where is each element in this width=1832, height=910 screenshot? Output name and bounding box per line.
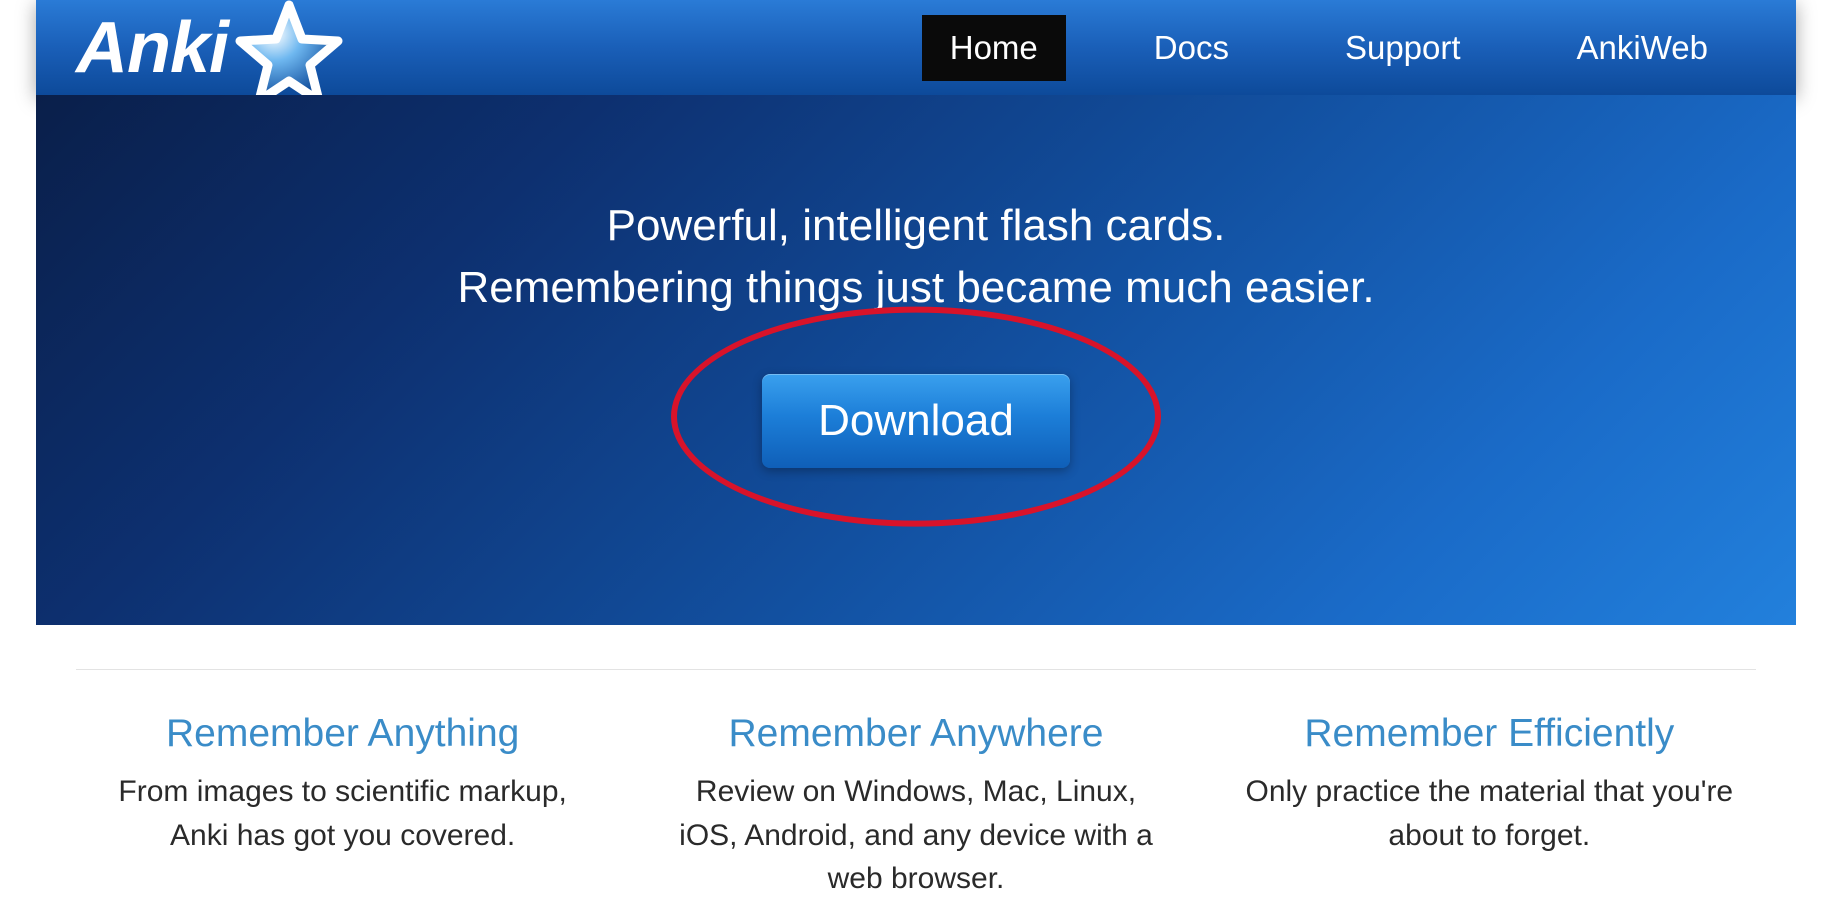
feature-remember-efficiently: Remember Efficiently Only practice the m… (1223, 712, 1756, 901)
feature-title: Remember Anything (94, 712, 591, 756)
hero-tagline-line2: Remembering things just became much easi… (457, 257, 1374, 319)
hero-tagline: Powerful, intelligent flash cards. Remem… (457, 195, 1374, 318)
hero-tagline-line1: Powerful, intelligent flash cards. (457, 195, 1374, 257)
download-button[interactable]: Download (762, 374, 1070, 468)
feature-title: Remember Anywhere (667, 712, 1164, 756)
section-divider (76, 669, 1756, 670)
star-icon (234, 0, 344, 109)
logo-text: Anki (76, 7, 228, 89)
feature-desc: Only practice the material that you're a… (1241, 770, 1738, 857)
feature-desc: From images to scientific markup, Anki h… (94, 770, 591, 857)
nav-ankiweb[interactable]: AnkiWeb (1549, 15, 1736, 81)
top-navbar: Anki Home Docs Support AnkiWeb (36, 0, 1796, 95)
features-row: Remember Anything From images to scienti… (76, 712, 1756, 901)
nav-support[interactable]: Support (1317, 15, 1489, 81)
download-wrap: Download (762, 374, 1070, 468)
nav-home[interactable]: Home (922, 15, 1066, 81)
logo[interactable]: Anki (76, 0, 344, 103)
nav-links: Home Docs Support AnkiWeb (922, 15, 1776, 81)
feature-remember-anything: Remember Anything From images to scienti… (76, 712, 609, 901)
feature-title: Remember Efficiently (1241, 712, 1738, 756)
feature-remember-anywhere: Remember Anywhere Review on Windows, Mac… (649, 712, 1182, 901)
hero-section: Powerful, intelligent flash cards. Remem… (36, 95, 1796, 625)
feature-desc: Review on Windows, Mac, Linux, iOS, Andr… (667, 770, 1164, 901)
nav-docs[interactable]: Docs (1126, 15, 1257, 81)
